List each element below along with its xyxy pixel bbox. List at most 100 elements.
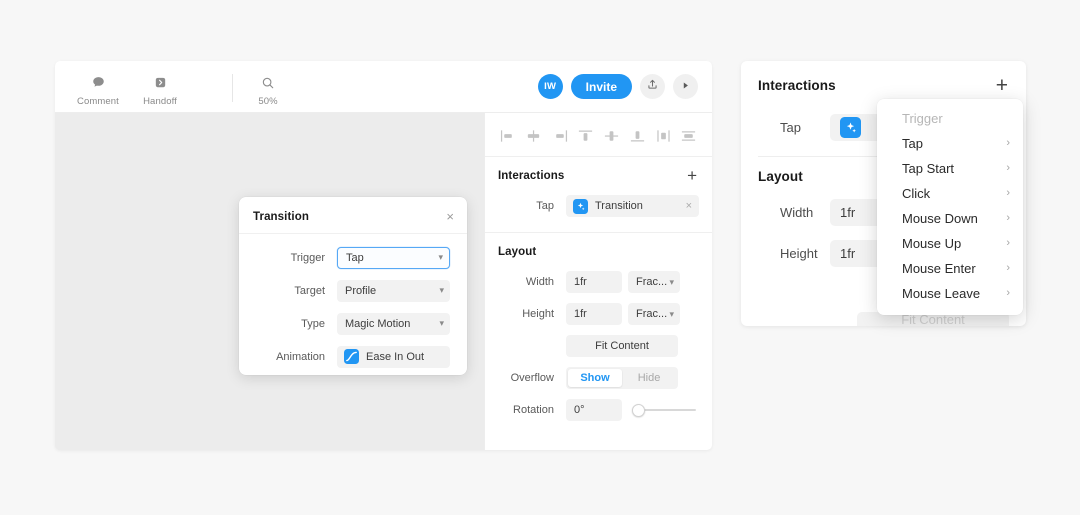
overflow-option-hide[interactable]: Hide — [622, 369, 676, 387]
interaction-action-chip[interactable]: Transition × — [566, 195, 699, 217]
transition-panel-header: Transition × — [239, 197, 467, 234]
menu-item-label: Tap — [902, 136, 923, 151]
menu-item-mouse-enter[interactable]: Mouse Enter › — [877, 256, 1023, 281]
transition-animation-select[interactable]: Ease In Out — [337, 345, 450, 368]
chevron-down-icon: ▾ — [439, 318, 444, 328]
layout-title: Layout — [498, 246, 537, 258]
transition-trigger-select[interactable]: Tap ▾ — [337, 246, 450, 269]
alignment-toolbar — [485, 113, 712, 157]
transition-panel-body: Trigger Tap ▾ Target Profile ▾ Type Magi… — [239, 234, 467, 373]
height-label: Height — [522, 308, 554, 320]
add-interaction-button[interactable]: + — [686, 167, 698, 184]
right-layout-title: Layout — [758, 169, 803, 184]
chevron-down-icon: ▾ — [669, 308, 674, 319]
width-unit-select[interactable]: Frac... ▾ — [628, 271, 680, 293]
width-label: Width — [525, 276, 554, 288]
chevron-right-icon: › — [1006, 237, 1010, 249]
transition-trigger-value: Tap — [346, 251, 364, 264]
overflow-option-show[interactable]: Show — [568, 369, 622, 387]
comment-tool[interactable]: Comment — [67, 73, 129, 107]
right-interactions-title: Interactions — [758, 78, 836, 93]
rotation-slider-knob[interactable] — [632, 403, 645, 417]
align-right-icon[interactable] — [550, 127, 570, 144]
rotation-input[interactable]: 0° — [566, 399, 622, 421]
rotation-label: Rotation — [513, 404, 554, 416]
transition-target-value: Profile — [345, 284, 377, 297]
fit-content-button[interactable]: Fit Content — [566, 335, 678, 357]
transition-sparkle-icon — [840, 117, 861, 138]
width-unit-label: Frac... — [636, 276, 668, 288]
menu-item-click[interactable]: Click › — [877, 181, 1023, 206]
transition-animation-row: Animation Ease In Out — [239, 340, 467, 373]
transition-target-select[interactable]: Profile ▾ — [337, 279, 450, 302]
menu-item-label: Mouse Up — [902, 236, 962, 251]
menu-item-label: Mouse Enter — [902, 261, 976, 276]
align-center-horizontal-icon[interactable] — [524, 127, 544, 144]
transition-type-select[interactable]: Magic Motion ▾ — [337, 312, 450, 335]
interaction-action-label: Transition — [595, 200, 643, 212]
transition-trigger-row: Trigger Tap ▾ — [239, 241, 467, 274]
zoom-tool[interactable]: 50% — [237, 73, 299, 107]
width-input[interactable]: 1fr — [566, 271, 622, 293]
overflow-label: Overflow — [510, 372, 554, 384]
upload-share-icon — [646, 78, 659, 96]
rotation-slider[interactable] — [632, 399, 699, 421]
interaction-trigger-label: Tap — [536, 200, 554, 212]
menu-item-tap[interactable]: Tap › — [877, 131, 1023, 156]
align-left-icon[interactable] — [498, 127, 518, 144]
menu-item-mouse-down[interactable]: Mouse Down › — [877, 206, 1023, 231]
avatar[interactable]: IW — [537, 74, 563, 99]
transition-panel: Transition × Trigger Tap ▾ Target Profil… — [239, 197, 467, 375]
play-button[interactable] — [673, 74, 698, 99]
menu-item-mouse-leave[interactable]: Mouse Leave › — [877, 281, 1023, 306]
menu-item-label: Tap Start — [902, 161, 955, 176]
height-row: Height 1fr Frac... ▾ — [485, 298, 712, 330]
share-button[interactable] — [640, 74, 665, 99]
transition-type-row: Type Magic Motion ▾ — [239, 307, 467, 340]
distribute-horizontal-icon[interactable] — [653, 127, 673, 144]
chevron-right-icon: › — [1006, 212, 1010, 224]
toolbar-right-group: IW Invite — [537, 74, 698, 99]
align-top-icon[interactable] — [576, 127, 596, 144]
right-add-interaction-button[interactable]: + — [995, 75, 1009, 96]
chevron-down-icon: ▾ — [669, 276, 674, 287]
play-icon — [680, 78, 691, 96]
height-input[interactable]: 1fr — [566, 303, 622, 325]
toolbar-tools-group: Comment Handoff — [67, 73, 191, 107]
overflow-row: Overflow Show Hide — [485, 362, 712, 394]
comment-icon — [91, 73, 106, 92]
right-width-label: Width — [780, 205, 814, 220]
transition-type-value: Magic Motion — [345, 317, 411, 330]
chevron-right-icon: › — [1006, 137, 1010, 149]
fit-content-row: Fit Content — [485, 330, 712, 362]
chevron-down-icon: ▾ — [439, 285, 444, 295]
handoff-tool[interactable]: Handoff — [129, 73, 191, 107]
transition-trigger-label: Trigger — [290, 251, 325, 264]
menu-item-tap-start[interactable]: Tap Start › — [877, 156, 1023, 181]
comment-tool-label: Comment — [77, 96, 119, 107]
menu-item-label: Mouse Leave — [902, 286, 981, 301]
distribute-vertical-icon[interactable] — [679, 127, 699, 144]
zoom-control[interactable]: 50% — [237, 73, 299, 107]
trigger-menu-header: Trigger — [902, 111, 943, 126]
chevron-down-icon: ▾ — [438, 252, 443, 262]
close-icon[interactable]: × — [446, 210, 454, 223]
interactions-title: Interactions — [498, 170, 565, 182]
transition-panel-title: Transition — [253, 210, 309, 223]
transition-type-label: Type — [301, 317, 325, 330]
menu-item-mouse-up[interactable]: Mouse Up › — [877, 231, 1023, 256]
align-middle-vertical-icon[interactable] — [601, 127, 621, 144]
toolbar-divider — [232, 74, 233, 102]
chevron-right-icon: › — [1006, 162, 1010, 174]
chevron-right-icon: › — [1006, 262, 1010, 274]
remove-interaction-button[interactable]: × — [686, 200, 692, 212]
handoff-icon — [153, 73, 168, 92]
align-bottom-icon[interactable] — [627, 127, 647, 144]
right-interaction-trigger-label: Tap — [780, 120, 801, 135]
trigger-dropdown-menu: Trigger Tap › Tap Start › Click › Mouse … — [877, 99, 1023, 315]
handoff-tool-label: Handoff — [143, 96, 177, 107]
invite-button[interactable]: Invite — [570, 74, 632, 99]
inspector-panel: Interactions + Tap Transition × Layout W… — [484, 113, 712, 450]
height-unit-select[interactable]: Frac... ▾ — [628, 303, 680, 325]
transition-sparkle-icon — [573, 198, 588, 214]
